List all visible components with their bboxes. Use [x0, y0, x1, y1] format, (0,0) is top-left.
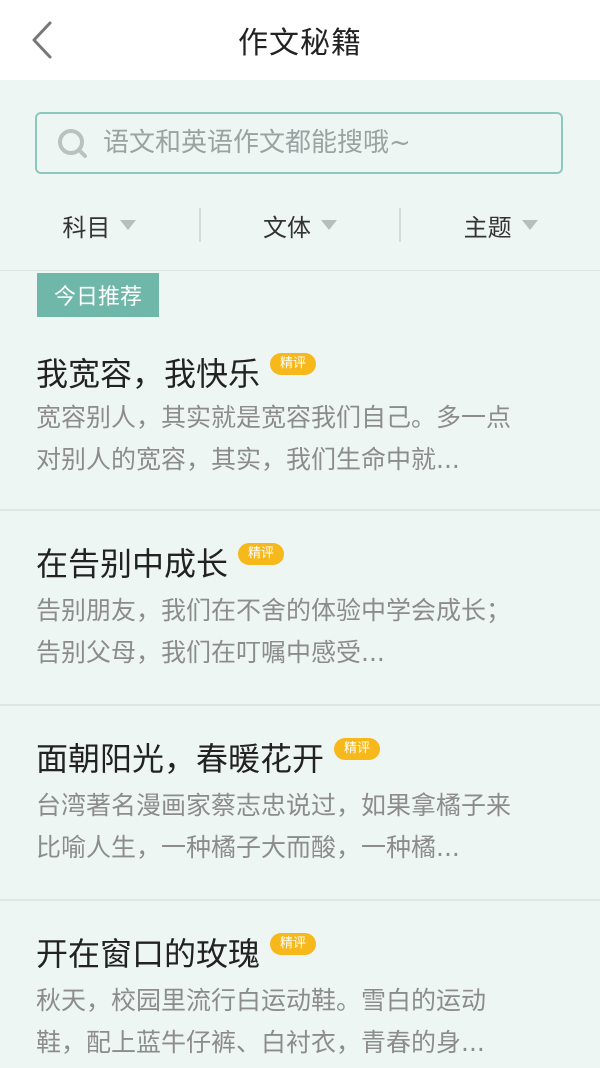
search-box[interactable]	[35, 112, 563, 174]
review-badge: 精评	[270, 353, 317, 375]
chevron-left-icon	[32, 21, 52, 59]
essay-title: 面朝阳光，春暖花开	[36, 740, 325, 778]
filter-subject[interactable]: 科目	[0, 200, 199, 250]
essay-title-row: 我宽容，我快乐 精评	[36, 349, 317, 395]
search-input[interactable]	[101, 127, 561, 159]
back-button[interactable]	[22, 18, 62, 62]
search-area: 科目 文体 主题	[0, 80, 600, 270]
essay-title-row: 面朝阳光，春暖花开 精评	[36, 734, 381, 780]
review-badge: 精评	[334, 738, 381, 760]
essay-title-row: 开在窗口的玫瑰 精评	[36, 929, 317, 975]
review-badge: 精评	[270, 933, 317, 955]
search-icon	[58, 129, 87, 158]
review-badge: 精评	[238, 543, 285, 565]
triangle-down-icon	[321, 220, 337, 230]
filter-genre-label: 文体	[263, 213, 311, 242]
page-title: 作文秘籍	[238, 26, 362, 61]
essay-title: 开在窗口的玫瑰	[36, 935, 261, 973]
triangle-down-icon	[521, 220, 538, 230]
filter-theme[interactable]: 主题	[401, 200, 600, 250]
essay-title: 在告别中成长	[36, 545, 229, 583]
filter-theme-label: 主题	[463, 213, 512, 242]
essay-card[interactable]: 开在窗口的玫瑰 精评 秋天，校园里流行白运动鞋。雪白的运动 鞋，配上蓝牛仔裤、白…	[0, 901, 600, 1068]
app-header: 作文秘籍	[0, 0, 600, 80]
essay-summary: 宽容别人，其实就是宽容我们自己。多一点 对别人的宽容，其实，我们生命中就...	[36, 403, 512, 474]
essay-card[interactable]: 面朝阳光，春暖花开 精评 台湾著名漫画家蔡志忠说过，如果拿橘子来 比喻人生，一种…	[0, 706, 600, 901]
essay-card[interactable]: 我宽容，我快乐 精评 宽容别人，其实就是宽容我们自己。多一点 对别人的宽容，其实…	[0, 271, 600, 511]
filter-genre[interactable]: 文体	[201, 200, 400, 250]
essay-summary: 秋天，校园里流行白运动鞋。雪白的运动 鞋，配上蓝牛仔裤、白衬衣，青春的身...	[36, 986, 487, 1057]
essay-summary: 告别朋友，我们在不舍的体验中学会成长； 告别父母，我们在叮嘱中感受...	[36, 596, 512, 667]
triangle-down-icon	[120, 220, 137, 230]
essay-list: 今日推荐 我宽容，我快乐 精评 宽容别人，其实就是宽容我们自己。多一点 对别人的…	[0, 270, 600, 1068]
essay-summary: 台湾著名漫画家蔡志忠说过，如果拿橘子来 比喻人生，一种橘子大而酸，一种橘...	[36, 791, 512, 862]
essay-card[interactable]: 在告别中成长 精评 告别朋友，我们在不舍的体验中学会成长； 告别父母，我们在叮嘱…	[0, 511, 600, 706]
essay-title-row: 在告别中成长 精评	[36, 539, 285, 585]
filter-subject-label: 科目	[62, 213, 111, 242]
filter-bar: 科目 文体 主题	[0, 200, 600, 250]
essay-title: 我宽容，我快乐	[36, 355, 261, 393]
